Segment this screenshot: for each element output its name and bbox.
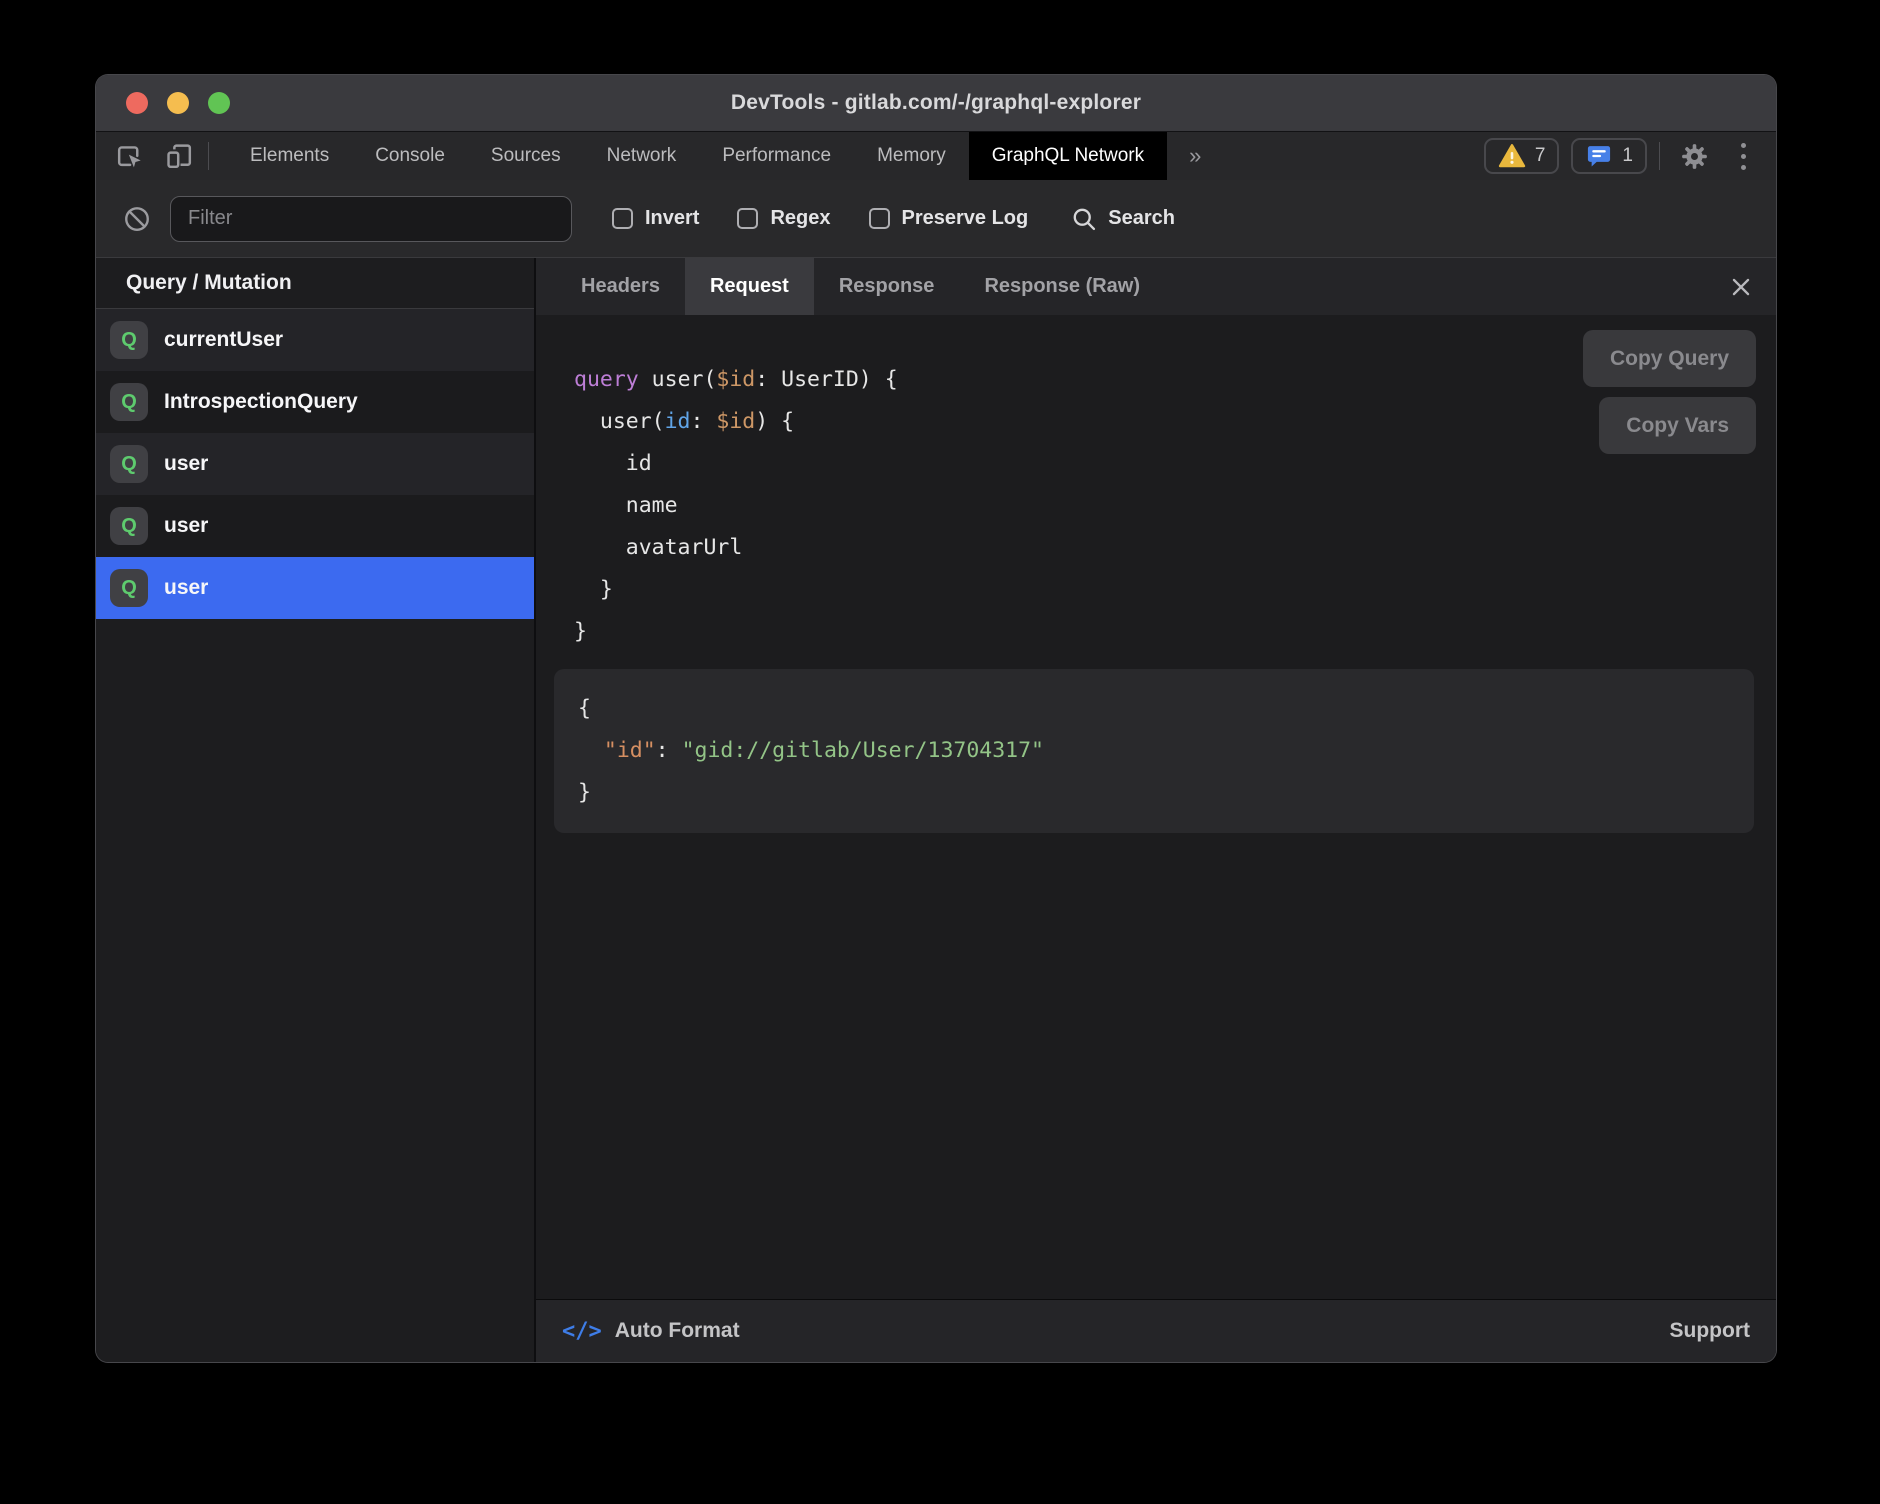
query-name: user	[164, 576, 208, 600]
main-tab-strip: ElementsConsoleSourcesNetworkPerformance…	[227, 132, 1167, 180]
checkbox-regex[interactable]: Regex	[737, 207, 830, 230]
request-tab-content: query user($id: UserID) { user(id: $id) …	[536, 315, 1776, 1299]
sidebar: Query / Mutation QcurrentUserQIntrospect…	[96, 258, 536, 1362]
panel-footer: </> Auto Format Support	[536, 1299, 1776, 1362]
checkbox-box[interactable]	[737, 208, 758, 229]
code-line: "id": "gid://gitlab/User/13704317"	[578, 730, 1730, 772]
issues-badge[interactable]: 1	[1571, 138, 1647, 174]
close-window-button[interactable]	[126, 92, 148, 114]
search-label: Search	[1108, 207, 1175, 230]
kebab-menu-icon[interactable]	[1728, 132, 1758, 180]
close-icon	[1728, 274, 1754, 300]
query-list-item[interactable]: Quser	[96, 433, 534, 495]
query-list-item[interactable]: Quser	[96, 495, 534, 557]
settings-gear-icon[interactable]	[1672, 132, 1716, 180]
code-line: user(id: $id) {	[574, 401, 1776, 443]
detail-tab-response[interactable]: Response	[814, 258, 960, 315]
desktop-background: DevTools - gitlab.com/-/graphql-explorer…	[0, 0, 1880, 1504]
auto-format-icon: </>	[562, 1319, 602, 1344]
message-bubble-icon	[1585, 142, 1613, 170]
checkbox-box[interactable]	[612, 208, 633, 229]
query-type-badge: Q	[110, 445, 148, 483]
copy-vars-button[interactable]: Copy Vars	[1599, 397, 1756, 454]
checkbox-label: Preserve Log	[902, 207, 1029, 230]
issues-count: 1	[1622, 145, 1633, 167]
devtools-window: DevTools - gitlab.com/-/graphql-explorer…	[96, 75, 1776, 1362]
detail-tab-headers[interactable]: Headers	[556, 258, 685, 315]
detail-tab-strip: HeadersRequestResponseResponse (Raw)	[556, 258, 1165, 315]
request-variables-code: { "id": "gid://gitlab/User/13704317"}	[578, 688, 1730, 814]
title-bar: DevTools - gitlab.com/-/graphql-explorer	[96, 75, 1776, 132]
detail-tab-bar: HeadersRequestResponseResponse (Raw)	[536, 258, 1776, 315]
search-button[interactable]: Search	[1070, 205, 1175, 233]
query-list-item[interactable]: QcurrentUser	[96, 309, 534, 371]
support-link[interactable]: Support	[1670, 1319, 1750, 1343]
close-detail-button[interactable]	[1706, 258, 1776, 315]
tab-performance[interactable]: Performance	[699, 132, 854, 180]
detail-tab-request[interactable]: Request	[685, 258, 814, 315]
query-type-badge: Q	[110, 569, 148, 607]
query-list: QcurrentUserQIntrospectionQueryQuserQuse…	[96, 309, 534, 619]
query-list-item[interactable]: Quser	[96, 557, 534, 619]
main-content: Query / Mutation QcurrentUserQIntrospect…	[96, 258, 1776, 1362]
checkbox-box[interactable]	[869, 208, 890, 229]
code-line: {	[578, 688, 1730, 730]
filter-checkboxes: Invert Regex Preserve Log	[612, 207, 1028, 230]
query-type-badge: Q	[110, 321, 148, 359]
tab-network[interactable]: Network	[584, 132, 700, 180]
checkbox-preserve-log[interactable]: Preserve Log	[869, 207, 1029, 230]
warnings-badge[interactable]: 7	[1484, 138, 1560, 174]
inspect-element-icon[interactable]	[104, 132, 154, 180]
maximize-window-button[interactable]	[208, 92, 230, 114]
block-icon[interactable]	[122, 204, 152, 234]
toolbar-right-cluster: 7 1	[1484, 132, 1776, 180]
copy-query-button[interactable]: Copy Query	[1583, 330, 1756, 387]
tab-elements[interactable]: Elements	[227, 132, 352, 180]
tab-graphql-network[interactable]: GraphQL Network	[969, 132, 1167, 180]
code-line: name	[574, 485, 1776, 527]
query-name: user	[164, 452, 208, 476]
main-tab-bar: ElementsConsoleSourcesNetworkPerformance…	[96, 132, 1776, 180]
query-type-badge: Q	[110, 383, 148, 421]
toolbar-separator	[1659, 142, 1660, 170]
toolbar-separator	[208, 142, 209, 170]
code-line: id	[574, 443, 1776, 485]
tab-sources[interactable]: Sources	[468, 132, 584, 180]
window-controls	[126, 75, 230, 131]
tab-memory[interactable]: Memory	[854, 132, 969, 180]
request-query-code: query user($id: UserID) { user(id: $id) …	[536, 359, 1776, 653]
request-variables-box: { "id": "gid://gitlab/User/13704317"}	[554, 669, 1754, 833]
warning-icon	[1498, 142, 1526, 170]
query-list-item[interactable]: Q IntrospectionQuery	[96, 371, 534, 433]
code-line: avatarUrl	[574, 527, 1776, 569]
auto-format-button[interactable]: Auto Format	[615, 1319, 740, 1343]
code-line: }	[578, 772, 1730, 814]
tab-console[interactable]: Console	[352, 132, 468, 180]
query-type-badge: Q	[110, 507, 148, 545]
window-title: DevTools - gitlab.com/-/graphql-explorer	[731, 91, 1141, 115]
device-toolbar-icon[interactable]	[154, 132, 204, 180]
detail-tab-response-raw[interactable]: Response (Raw)	[959, 258, 1165, 315]
search-icon	[1070, 205, 1098, 233]
warning-count: 7	[1535, 145, 1546, 167]
filter-bar: Invert Regex Preserve Log Search	[96, 180, 1776, 258]
sidebar-header: Query / Mutation	[96, 258, 534, 309]
code-line: }	[574, 611, 1776, 653]
query-name: currentUser	[164, 328, 283, 352]
checkbox-invert[interactable]: Invert	[612, 207, 699, 230]
query-name: IntrospectionQuery	[164, 390, 358, 414]
code-line: }	[574, 569, 1776, 611]
more-tabs-chevron-icon[interactable]: »	[1167, 132, 1223, 180]
filter-input[interactable]	[170, 196, 572, 242]
query-name: user	[164, 514, 208, 538]
minimize-window-button[interactable]	[167, 92, 189, 114]
detail-panel: HeadersRequestResponseResponse (Raw) que…	[536, 258, 1776, 1362]
checkbox-label: Regex	[770, 207, 830, 230]
checkbox-label: Invert	[645, 207, 699, 230]
